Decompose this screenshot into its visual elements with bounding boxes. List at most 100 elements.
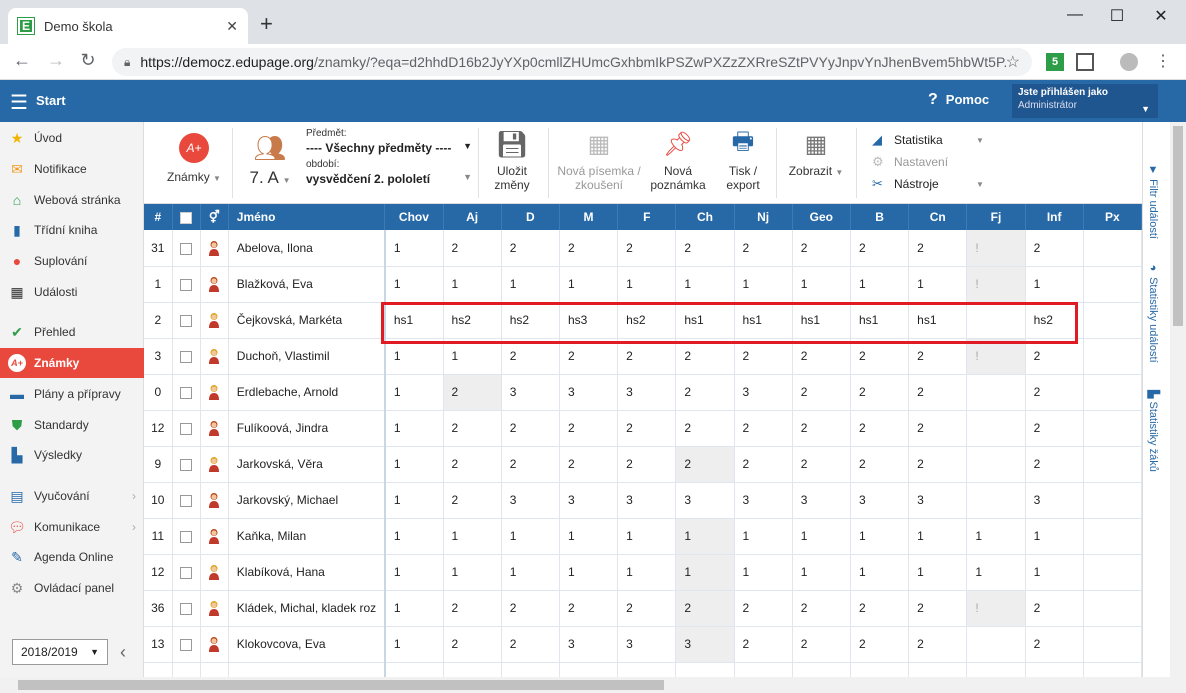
grade-cell[interactable]: 1 xyxy=(559,266,619,303)
grade-cell[interactable]: 3 xyxy=(792,482,851,519)
grade-cell[interactable]: 3 xyxy=(1025,482,1084,519)
grade-cell[interactable]: 2 xyxy=(908,446,968,483)
tools-menu[interactable]: ✂ Nástroje ▼ xyxy=(872,176,984,192)
horizontal-scroll-thumb[interactable] xyxy=(18,680,664,690)
row-checkbox[interactable] xyxy=(180,422,193,435)
tab-event-filter[interactable]: ▼ Filtr událostí xyxy=(1147,164,1159,239)
row-checkbox[interactable] xyxy=(180,638,193,651)
vertical-scrollbar[interactable] xyxy=(1170,122,1186,680)
horizontal-scrollbar[interactable] xyxy=(0,677,1186,693)
grade-cell[interactable]: 1 xyxy=(734,266,793,303)
sidebar-item-standardy[interactable]: ⛊ Standardy xyxy=(0,410,144,440)
grade-cell[interactable]: 1 xyxy=(384,482,444,519)
tab-event-statistics[interactable]: ◕ Statistiky událostí xyxy=(1147,262,1159,363)
grade-cell[interactable] xyxy=(966,482,1026,519)
student-name[interactable]: Jarkovská, Věra xyxy=(228,446,386,483)
col-header-subject[interactable]: Cn xyxy=(908,204,968,230)
grade-cell[interactable]: hs2 xyxy=(617,302,677,339)
table-row[interactable]: 10 Jarkovský, Michael 1 2 3 3 3 3 3 3 3 3 3 xyxy=(144,482,1142,519)
table-row[interactable]: 1 Blažková, Eva 1 1 1 1 1 1 1 1 1 1! 1 xyxy=(144,266,1142,303)
col-header-name[interactable]: Jméno xyxy=(228,204,386,230)
grade-cell[interactable]: hs3 xyxy=(559,302,619,339)
grade-cell[interactable]: 2 xyxy=(734,410,793,447)
grade-cell[interactable]: 1 xyxy=(734,554,793,591)
help-link[interactable]: ? Pomoc xyxy=(928,91,989,109)
sidebar-item-webova-stranka[interactable]: ⌂ Webová stránka xyxy=(0,185,144,215)
new-tab-icon[interactable]: + xyxy=(260,13,273,35)
col-header-subject[interactable]: Ch xyxy=(675,204,735,230)
grade-cell[interactable]: 1 xyxy=(617,554,677,591)
grade-cell[interactable]: 1 xyxy=(384,266,444,303)
hamburger-menu-icon[interactable]: ☰ xyxy=(10,90,28,115)
sidebar-item-uvod[interactable]: ★ Úvod xyxy=(0,123,144,153)
grade-cell[interactable]: 3 xyxy=(734,374,793,411)
row-select-cell[interactable] xyxy=(172,518,201,555)
grade-cell[interactable]: 2 xyxy=(559,590,619,627)
col-header-subject[interactable]: M xyxy=(559,204,619,230)
grade-cell[interactable]: 2 xyxy=(908,590,968,627)
table-row[interactable]: 36 Kládek, Michal, kladek roz 1 2 2 2 2 2 2 2 2 2! 2 xyxy=(144,590,1142,627)
grade-cell[interactable]: 2 xyxy=(734,230,793,267)
grade-cell[interactable]: 2 xyxy=(1025,338,1084,375)
grade-cell[interactable]: 1 xyxy=(384,590,444,627)
grade-cell[interactable]: 2 xyxy=(1025,446,1084,483)
grade-cell[interactable]: hs2 xyxy=(1025,302,1084,339)
grade-cell[interactable]: 1 xyxy=(559,518,619,555)
sidebar-item-udalosti[interactable]: ▦ Události xyxy=(0,277,144,307)
row-checkbox[interactable] xyxy=(180,566,193,579)
grade-cell[interactable]: 3 xyxy=(559,482,619,519)
grade-cell[interactable]: 2 xyxy=(675,338,735,375)
col-header-gender[interactable]: ⚥ xyxy=(200,204,229,230)
school-year-select[interactable]: 2018/2019 ▼ xyxy=(12,639,108,665)
sidebar-item-ovladaci-panel[interactable]: ⚙ Ovládací panel xyxy=(0,573,144,603)
sidebar-item-prehled[interactable]: ✔ Přehled xyxy=(0,317,144,347)
grade-cell[interactable]: 1 xyxy=(384,230,444,267)
grade-cell[interactable]: 2 xyxy=(850,374,910,411)
grade-cell[interactable]: 3 xyxy=(501,374,560,411)
grade-cell[interactable] xyxy=(384,662,444,677)
grade-cell[interactable]: hs1 xyxy=(384,302,444,339)
grade-cell[interactable]: 1 xyxy=(966,518,1026,555)
extension-badge-icon[interactable]: 5 xyxy=(1046,53,1064,71)
col-header-subject[interactable]: Geo xyxy=(792,204,851,230)
student-name[interactable]: Čejkovská, Markéta xyxy=(228,302,386,339)
grade-cell[interactable]: 3 xyxy=(559,374,619,411)
grade-cell[interactable]: 2 xyxy=(850,626,910,663)
grade-cell[interactable] xyxy=(1083,590,1142,627)
grade-cell[interactable]: ! xyxy=(966,266,1026,303)
grade-cell[interactable]: 1 xyxy=(734,518,793,555)
browser-menu-icon[interactable]: ⋮ xyxy=(1154,53,1172,71)
grade-cell[interactable]: 2 xyxy=(792,374,851,411)
sidebar-item-tridni-kniha[interactable]: ▮ Třídní kniha xyxy=(0,215,144,245)
grade-cell[interactable]: 2 xyxy=(501,338,560,375)
grade-cell[interactable]: 2 xyxy=(792,626,851,663)
grade-cell[interactable]: hs2 xyxy=(443,302,502,339)
row-select-cell[interactable] xyxy=(172,482,201,519)
grade-cell[interactable]: 1 xyxy=(908,518,968,555)
grade-cell[interactable]: 2 xyxy=(792,230,851,267)
grade-cell[interactable] xyxy=(908,662,968,677)
grade-cell[interactable]: 3 xyxy=(675,482,735,519)
sidebar-item-notifikace[interactable]: ✉ Notifikace xyxy=(0,154,144,184)
grade-cell[interactable]: 1 xyxy=(501,518,560,555)
new-test-button[interactable]: ▦ Nová písemka / zkoušení xyxy=(556,128,642,193)
grade-cell[interactable]: 2 xyxy=(443,230,502,267)
grade-cell[interactable]: 1 xyxy=(443,338,502,375)
row-checkbox[interactable] xyxy=(180,278,193,291)
grade-cell[interactable]: ! xyxy=(966,338,1026,375)
grade-cell[interactable] xyxy=(1083,302,1142,339)
grade-cell[interactable]: 1 xyxy=(443,554,502,591)
close-tab-icon[interactable]: ✕ xyxy=(226,18,238,35)
grade-cell[interactable]: 1 xyxy=(617,518,677,555)
grade-cell[interactable] xyxy=(966,302,1026,339)
grade-cell[interactable]: hs1 xyxy=(792,302,851,339)
grade-cell[interactable] xyxy=(1083,626,1142,663)
grade-cell[interactable]: 2 xyxy=(617,338,677,375)
grade-cell[interactable]: 2 xyxy=(443,446,502,483)
grade-cell[interactable] xyxy=(850,662,910,677)
grade-cell[interactable] xyxy=(675,662,735,677)
grade-cell[interactable]: 2 xyxy=(1025,230,1084,267)
col-header-subject[interactable]: D xyxy=(501,204,560,230)
row-select-cell[interactable] xyxy=(172,266,201,303)
col-header-subject[interactable]: F xyxy=(617,204,677,230)
